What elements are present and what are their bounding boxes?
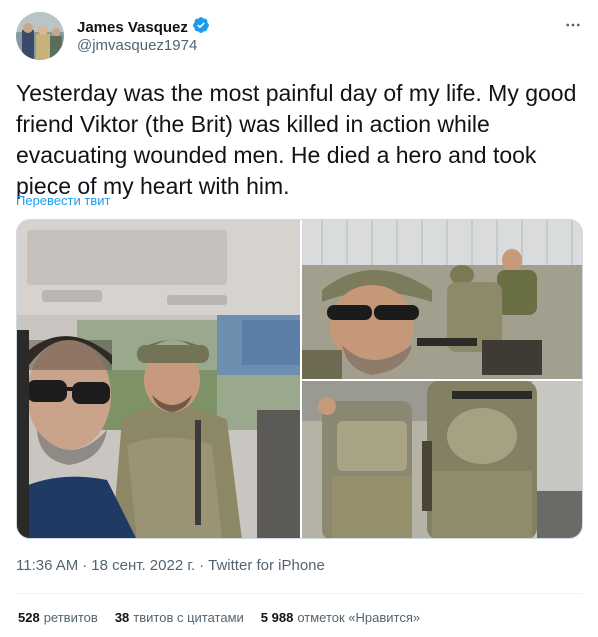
tweet: James Vasquez @jmvasquez1974 Yesterday w… [0,0,598,637]
photo-2[interactable] [302,220,582,379]
author-name[interactable]: James Vasquez [77,19,188,36]
author-name-row[interactable]: James Vasquez [77,16,210,39]
likes-count: 5 988 [260,610,294,625]
likes-stat[interactable]: 5 988 отметок «Нравится» [261,610,420,625]
translate-tweet-link[interactable]: Перевести твит [16,193,110,208]
author-handle[interactable]: @jmvasquez1974 [77,37,197,54]
more-options-button[interactable] [562,14,584,36]
meta-separator: · [82,557,88,574]
retweets-label: ретвитов [43,610,98,625]
tweet-text: Yesterday was the most painful day of my… [16,80,577,199]
tweet-date[interactable]: 18 сент. 2022 г. [91,557,195,574]
verified-badge-icon [192,16,210,39]
divider [16,593,582,594]
tweet-meta: 11:36 AM · 18 сент. 2022 г. · Twitter fo… [16,557,325,574]
avatar[interactable] [16,12,64,60]
more-horizontal-icon [566,23,580,27]
tweet-source[interactable]: Twitter for iPhone [208,557,325,574]
retweets-count: 528 [18,610,40,625]
media-grid [16,219,583,539]
photo-1[interactable] [17,220,300,538]
quotes-label: твитов с цитатами [133,610,244,625]
tweet-stats: 528 ретвитов 38 твитов с цитатами 5 988 отм… [18,610,420,625]
tweet-time[interactable]: 11:36 AM [16,557,78,574]
quotes-count: 38 [114,610,130,625]
retweets-stat[interactable]: 528 ретвитов [18,610,98,625]
photo-3[interactable] [302,381,582,538]
quotes-stat[interactable]: 38 твитов с цитатами [115,610,244,625]
meta-separator: · [199,557,205,574]
likes-label: отметок «Нравится» [297,610,421,625]
